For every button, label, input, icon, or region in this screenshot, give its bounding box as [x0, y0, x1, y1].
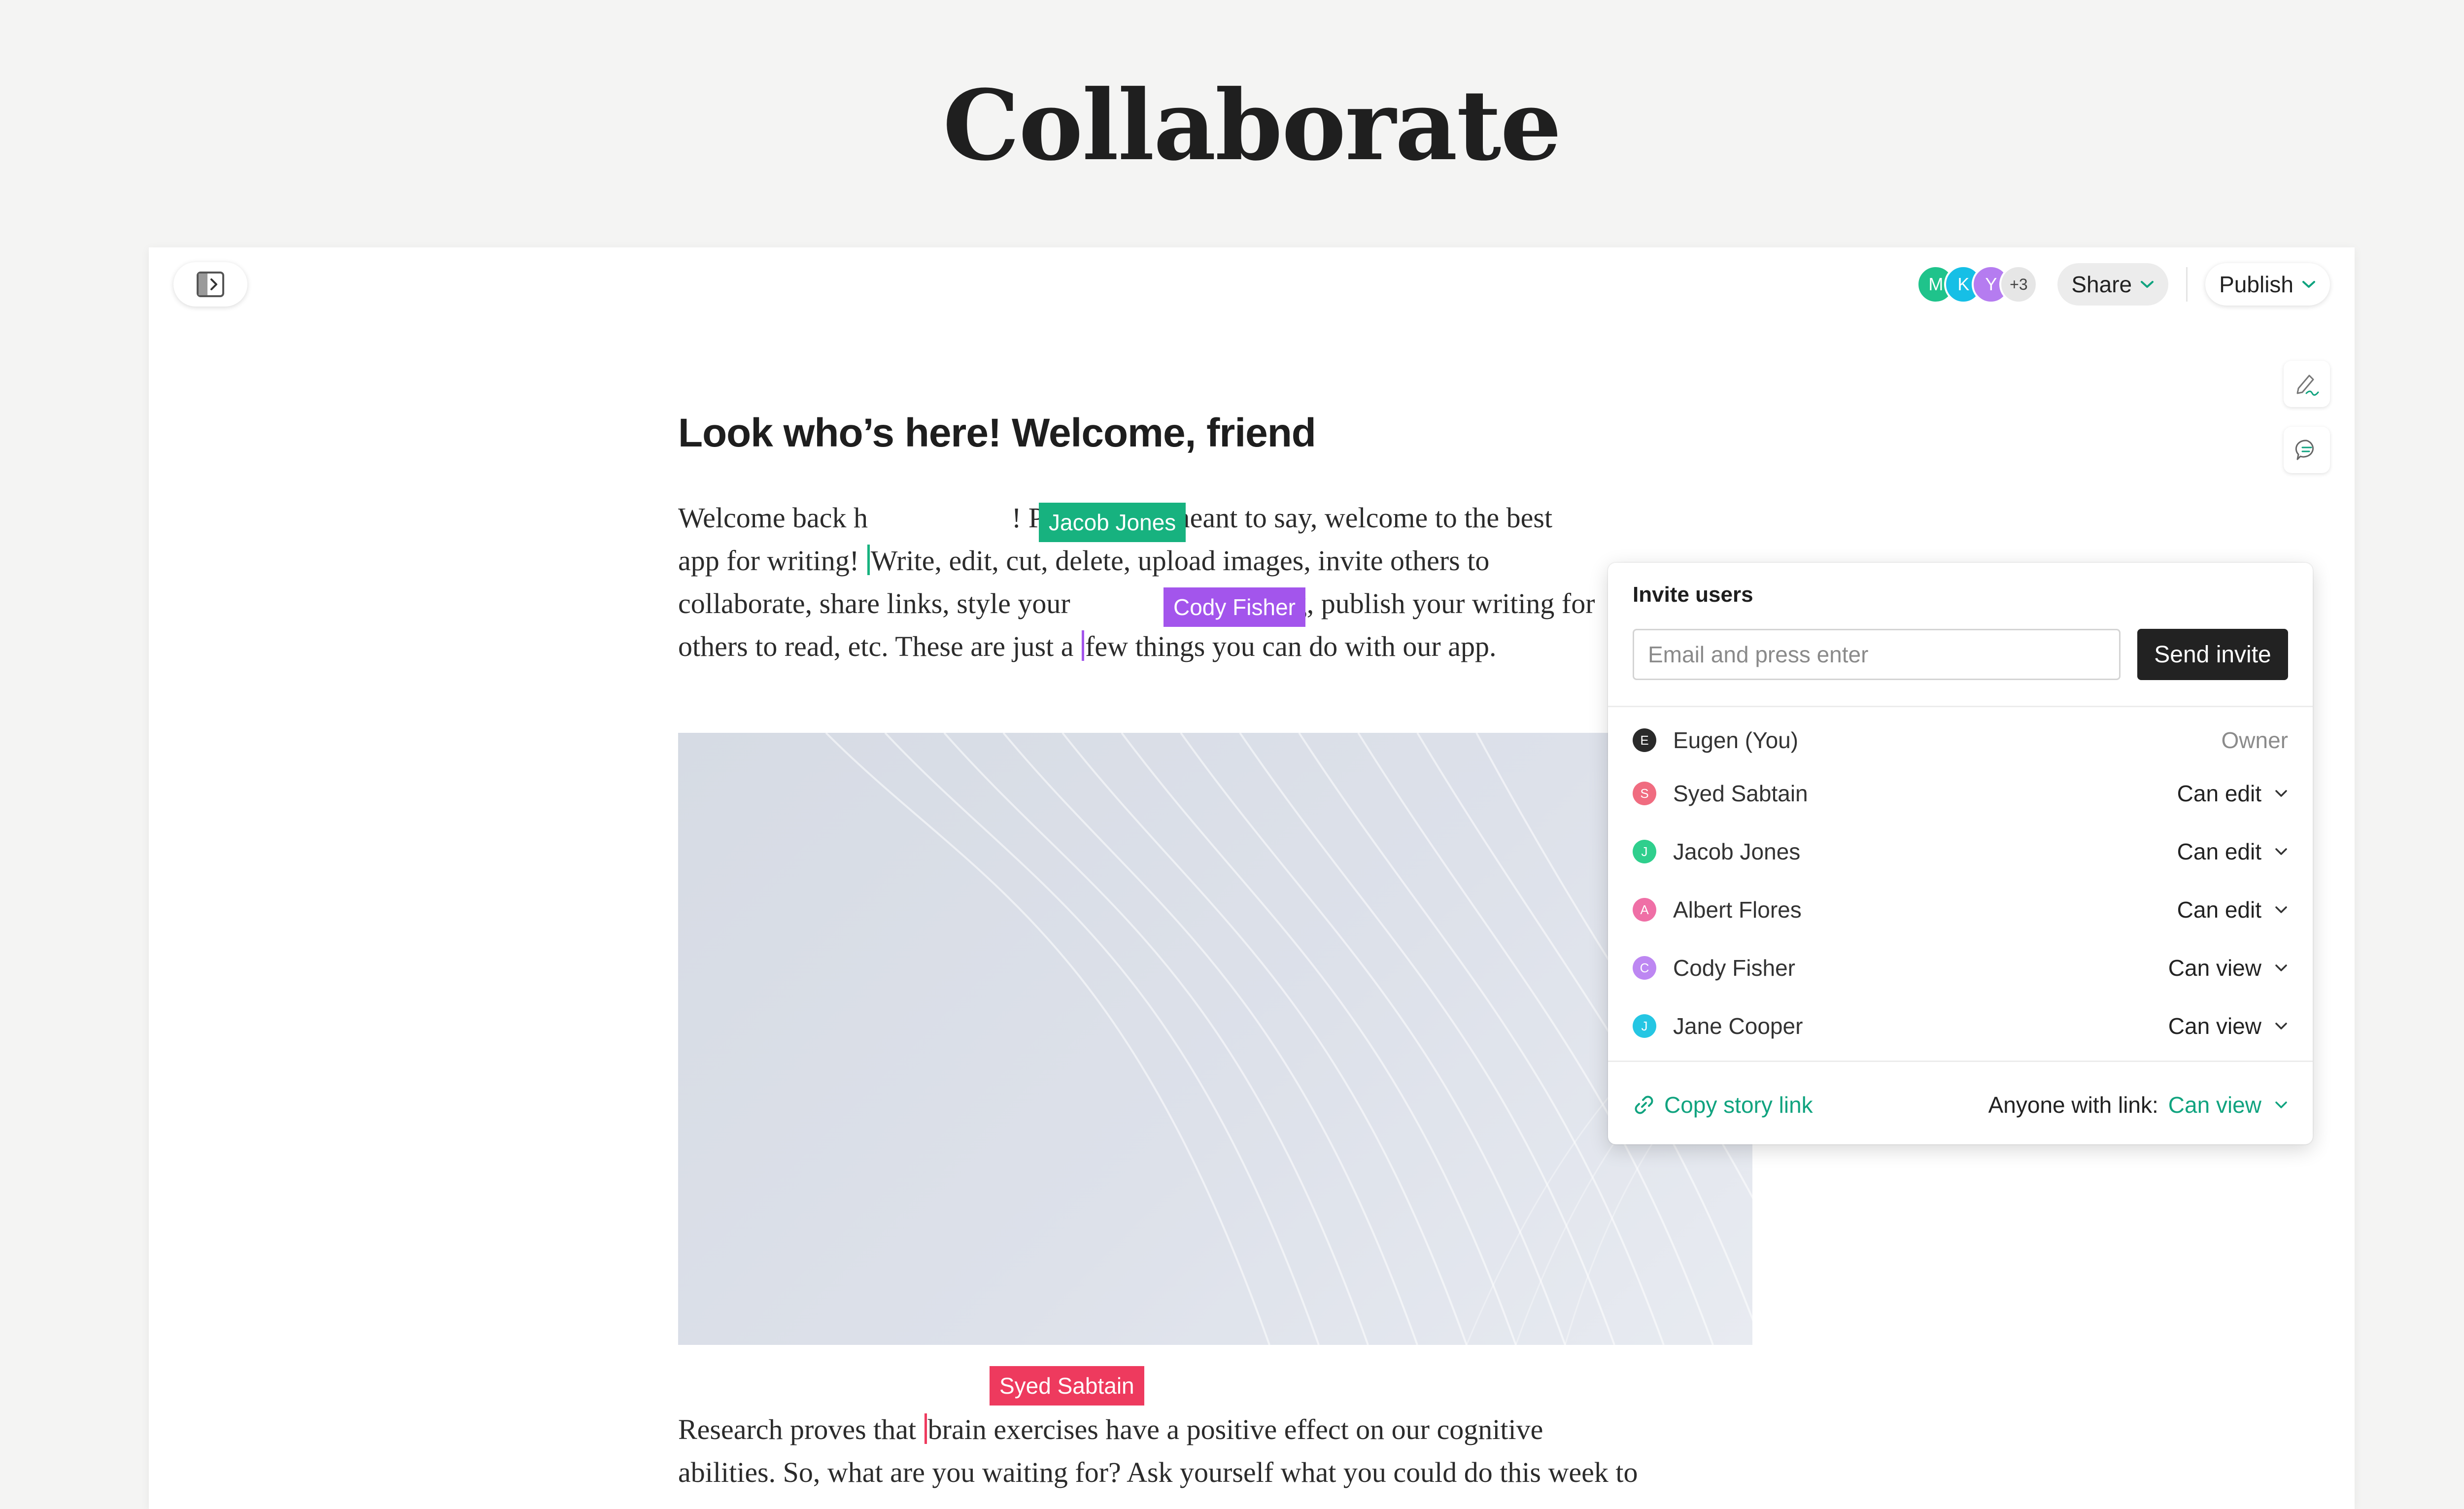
comments-tool-button[interactable] [2284, 427, 2330, 473]
role-label: Can edit [2177, 781, 2261, 806]
user-name: Cody Fisher [1673, 955, 1795, 981]
text-segment: brain exercises have a positive effect o… [927, 1413, 1543, 1445]
role-dropdown[interactable]: Can edit [2177, 780, 2288, 807]
abstract-waves-image [825, 733, 1752, 1345]
share-button-label: Share [2071, 272, 2132, 297]
copy-story-link-button[interactable]: Copy story link [1633, 1092, 1813, 1118]
avatar: A [1633, 898, 1656, 922]
publish-button[interactable]: Publish [2205, 263, 2330, 306]
role-dropdown[interactable]: Can view [2168, 955, 2288, 981]
jacob-caret [867, 545, 870, 575]
chevron-down-icon [2275, 790, 2287, 797]
role-dropdown[interactable]: Can edit [2177, 896, 2288, 923]
chevron-down-icon [2275, 1101, 2287, 1108]
toolbar-divider [2186, 267, 2188, 302]
cody-caret [1082, 630, 1085, 661]
jacob-cursor-tag: Jacob Jones [1039, 503, 1186, 542]
paragraph-line: Welcome back h! Pardon. We meant to say,… [678, 496, 1752, 539]
share-popover: Invite users Send invite E Eugen (You) O… [1608, 563, 2313, 1144]
text-segment: collaborate, share links, style your [678, 587, 1078, 619]
role-label: Can edit [2177, 839, 2261, 864]
avatar: S [1633, 782, 1656, 805]
copy-story-link-label: Copy story link [1664, 1092, 1813, 1118]
cody-cursor-tag: Cody Fisher [1164, 587, 1305, 627]
more-collaborators-badge[interactable]: +3 [1999, 265, 2038, 304]
link-permission-dropdown[interactable]: Can view [2168, 1092, 2288, 1118]
chevron-down-icon [2275, 1023, 2287, 1029]
role-label: Can view [2168, 1013, 2261, 1039]
email-input[interactable] [1633, 629, 2121, 680]
article-image[interactable] [678, 733, 1752, 1345]
divider [1608, 706, 2313, 707]
user-row: A Albert Flores Can edit [1633, 890, 2288, 929]
anyone-with-link-label: Anyone with link: [1988, 1092, 2158, 1118]
user-name: Syed Sabtain [1673, 781, 1808, 806]
user-name: Eugen (You) [1673, 727, 1799, 753]
role-label: Owner [2221, 727, 2288, 753]
popover-footer: Copy story link Anyone with link: Can vi… [1633, 1085, 2288, 1125]
invite-users-title: Invite users [1633, 583, 1753, 607]
role-label: Can edit [2177, 897, 2261, 923]
user-row: E Eugen (You) Owner [1633, 720, 2288, 760]
user-row: J Jane Cooper Can view [1633, 1006, 2288, 1046]
role-dropdown[interactable]: Can edit [2177, 838, 2288, 865]
role-dropdown[interactable]: Can view [2168, 1013, 2288, 1039]
user-row: S Syed Sabtain Can edit [1633, 774, 2288, 813]
article-paragraph[interactable]: Welcome back h! Pardon. We meant to say,… [678, 496, 1752, 668]
user-role: Owner [2222, 727, 2288, 754]
publish-button-label: Publish [2219, 272, 2293, 297]
user-name: Albert Flores [1673, 897, 1802, 923]
top-toolbar: M K Y +3 Share Publish [1916, 262, 2330, 307]
divider [1608, 1061, 2313, 1062]
chevron-down-icon [2275, 906, 2287, 913]
text-segment: Write, edit, cut, delete, upload images,… [870, 545, 1490, 577]
comment-icon [2295, 440, 2314, 460]
user-name: Jane Cooper [1673, 1013, 1803, 1039]
paragraph-line: Research proves that brain exercises hav… [678, 1408, 1752, 1451]
send-invite-button[interactable]: Send invite [2137, 629, 2288, 680]
share-button[interactable]: Share [2057, 263, 2169, 306]
chevron-down-icon [2141, 281, 2154, 288]
syed-caret [924, 1413, 927, 1444]
signature-tool-button[interactable] [2284, 361, 2330, 407]
article-paragraph[interactable]: Research proves that brain exercises hav… [678, 1408, 1752, 1494]
pen-signature-icon [2296, 375, 2319, 396]
chevron-down-icon [2275, 964, 2287, 971]
editor-card: M K Y +3 Share Publish Look who’s here! … [149, 247, 2355, 1509]
avatar: C [1633, 956, 1656, 980]
role-label: Can view [2168, 955, 2261, 981]
link-icon [1635, 1096, 1653, 1114]
text-segment: others to read, etc. These are just a [678, 630, 1081, 662]
paragraph-line: app for writing! Write, edit, cut, delet… [678, 539, 1752, 582]
sidebar-toggle-button[interactable] [173, 262, 247, 307]
avatar: J [1633, 1014, 1656, 1038]
link-permission-value: Can view [2168, 1092, 2261, 1118]
paragraph-line: abilities. So, what are you waiting for?… [678, 1456, 1638, 1488]
user-row: J Jacob Jones Can edit [1633, 832, 2288, 871]
text-segment: few things you can do with our app. [1085, 630, 1497, 662]
chevron-down-icon [2275, 848, 2287, 855]
avatar: J [1633, 840, 1656, 863]
syed-cursor-tag: Syed Sabtain [990, 1366, 1144, 1406]
collaborator-avatars[interactable]: M K Y +3 [1916, 265, 2038, 304]
chevron-down-icon [2302, 281, 2315, 288]
text-segment: Welcome back h [678, 502, 868, 534]
paragraph-line: others to read, etc. These are just a fe… [678, 625, 1752, 668]
user-name: Jacob Jones [1673, 839, 1801, 864]
text-segment: Research proves that [678, 1413, 924, 1445]
user-row: C Cody Fisher Can view [1633, 948, 2288, 988]
avatar: E [1633, 728, 1656, 752]
article-heading[interactable]: Look who’s here! Welcome, friend [678, 410, 1316, 456]
side-tools [2284, 361, 2330, 473]
text-segment: app for writing! [678, 545, 866, 577]
page-title: Collaborate [943, 69, 1562, 182]
sidebar-toggle-icon [197, 272, 224, 297]
